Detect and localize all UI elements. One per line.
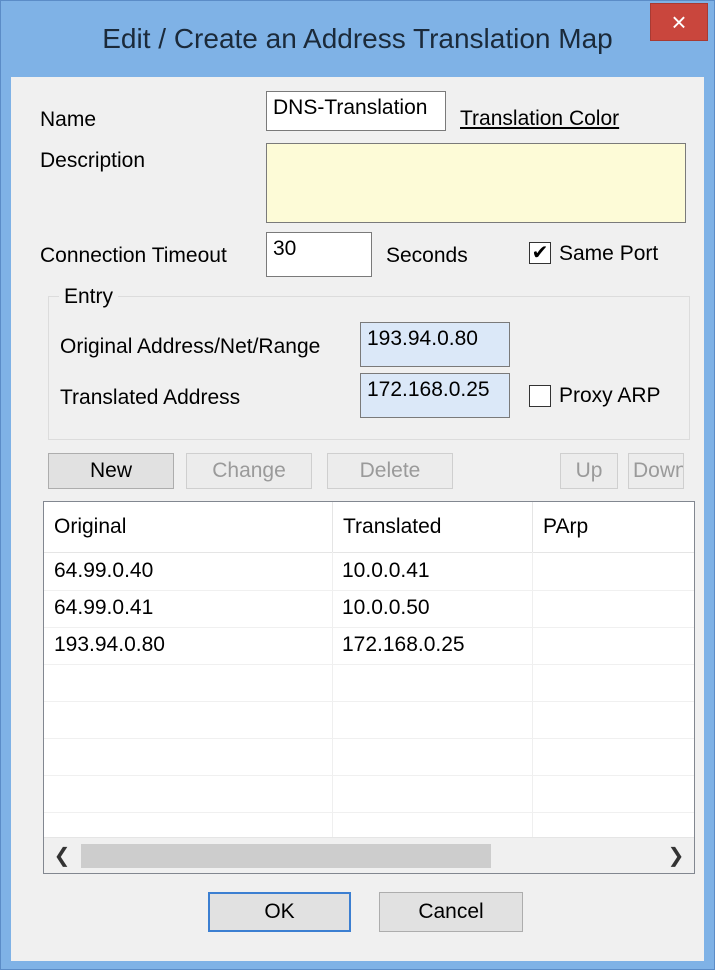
scrollbar-thumb[interactable] <box>81 844 491 868</box>
cancel-button[interactable]: Cancel <box>379 892 523 932</box>
title-bar[interactable]: Edit / Create an Address Translation Map… <box>1 1 714 77</box>
dialog-title: Edit / Create an Address Translation Map <box>102 23 613 54</box>
horizontal-scrollbar[interactable]: ❮ ❯ <box>44 837 694 873</box>
cell-parp <box>532 590 694 627</box>
description-input[interactable] <box>266 143 686 223</box>
up-button[interactable]: Up <box>560 453 618 489</box>
entry-legend: Entry <box>59 285 119 309</box>
delete-button[interactable]: Delete <box>327 453 453 489</box>
ok-button[interactable]: OK <box>208 892 351 932</box>
chevron-right-icon[interactable]: ❯ <box>658 838 694 873</box>
table-row-empty <box>44 664 694 702</box>
original-address-input[interactable]: 193.94.0.80 <box>360 322 510 367</box>
close-icon: × <box>671 7 687 37</box>
same-port-checkbox[interactable]: ✔ <box>529 242 551 264</box>
translation-color-link[interactable]: Translation Color <box>460 107 619 131</box>
name-label: Name <box>40 108 97 131</box>
connection-timeout-input[interactable]: 30 <box>266 232 372 277</box>
translation-table[interactable]: Original Translated PArp 64.99.0.40 10.0… <box>43 501 695 874</box>
description-label: Description <box>40 149 146 172</box>
table-row-empty <box>44 701 694 739</box>
column-translated[interactable]: Translated <box>332 502 532 552</box>
table-row-empty <box>44 738 694 776</box>
change-button[interactable]: Change <box>186 453 312 489</box>
checkmark-icon: ✔ <box>531 242 549 264</box>
connection-timeout-label: Connection Timeout <box>40 244 227 267</box>
table-row[interactable]: 193.94.0.80 172.168.0.25 <box>44 627 694 665</box>
cell-parp <box>532 627 694 664</box>
down-button[interactable]: Down <box>628 453 684 489</box>
address-translation-dialog: Edit / Create an Address Translation Map… <box>0 0 715 970</box>
table-row[interactable]: 64.99.0.40 10.0.0.41 <box>44 553 694 591</box>
dialog-body: Name DNS-Translation Translation Color D… <box>11 77 704 961</box>
cell-original: 193.94.0.80 <box>54 633 165 656</box>
table-header: Original Translated PArp <box>44 502 694 553</box>
cell-original: 64.99.0.40 <box>54 559 154 582</box>
table-row-empty <box>44 775 694 813</box>
proxy-arp-checkbox[interactable] <box>529 385 551 407</box>
cell-translated: 10.0.0.50 <box>342 596 430 619</box>
table-row[interactable]: 64.99.0.41 10.0.0.50 <box>44 590 694 628</box>
cell-parp <box>532 553 694 590</box>
column-parp[interactable]: PArp <box>532 502 694 552</box>
cell-original: 64.99.0.41 <box>54 596 154 619</box>
entry-group <box>48 296 690 440</box>
translated-address-input[interactable]: 172.168.0.25 <box>360 373 510 418</box>
cell-translated: 10.0.0.41 <box>342 559 430 582</box>
seconds-label: Seconds <box>386 244 468 267</box>
close-button[interactable]: × <box>650 3 708 41</box>
same-port-label: Same Port <box>559 242 659 265</box>
name-input[interactable]: DNS-Translation <box>266 91 446 131</box>
new-button[interactable]: New <box>48 453 174 489</box>
cell-translated: 172.168.0.25 <box>342 633 465 656</box>
translated-address-label: Translated Address <box>60 386 241 409</box>
column-original[interactable]: Original <box>44 502 332 552</box>
chevron-left-icon[interactable]: ❮ <box>44 838 80 873</box>
original-address-label: Original Address/Net/Range <box>60 335 321 358</box>
proxy-arp-label: Proxy ARP <box>559 384 661 407</box>
